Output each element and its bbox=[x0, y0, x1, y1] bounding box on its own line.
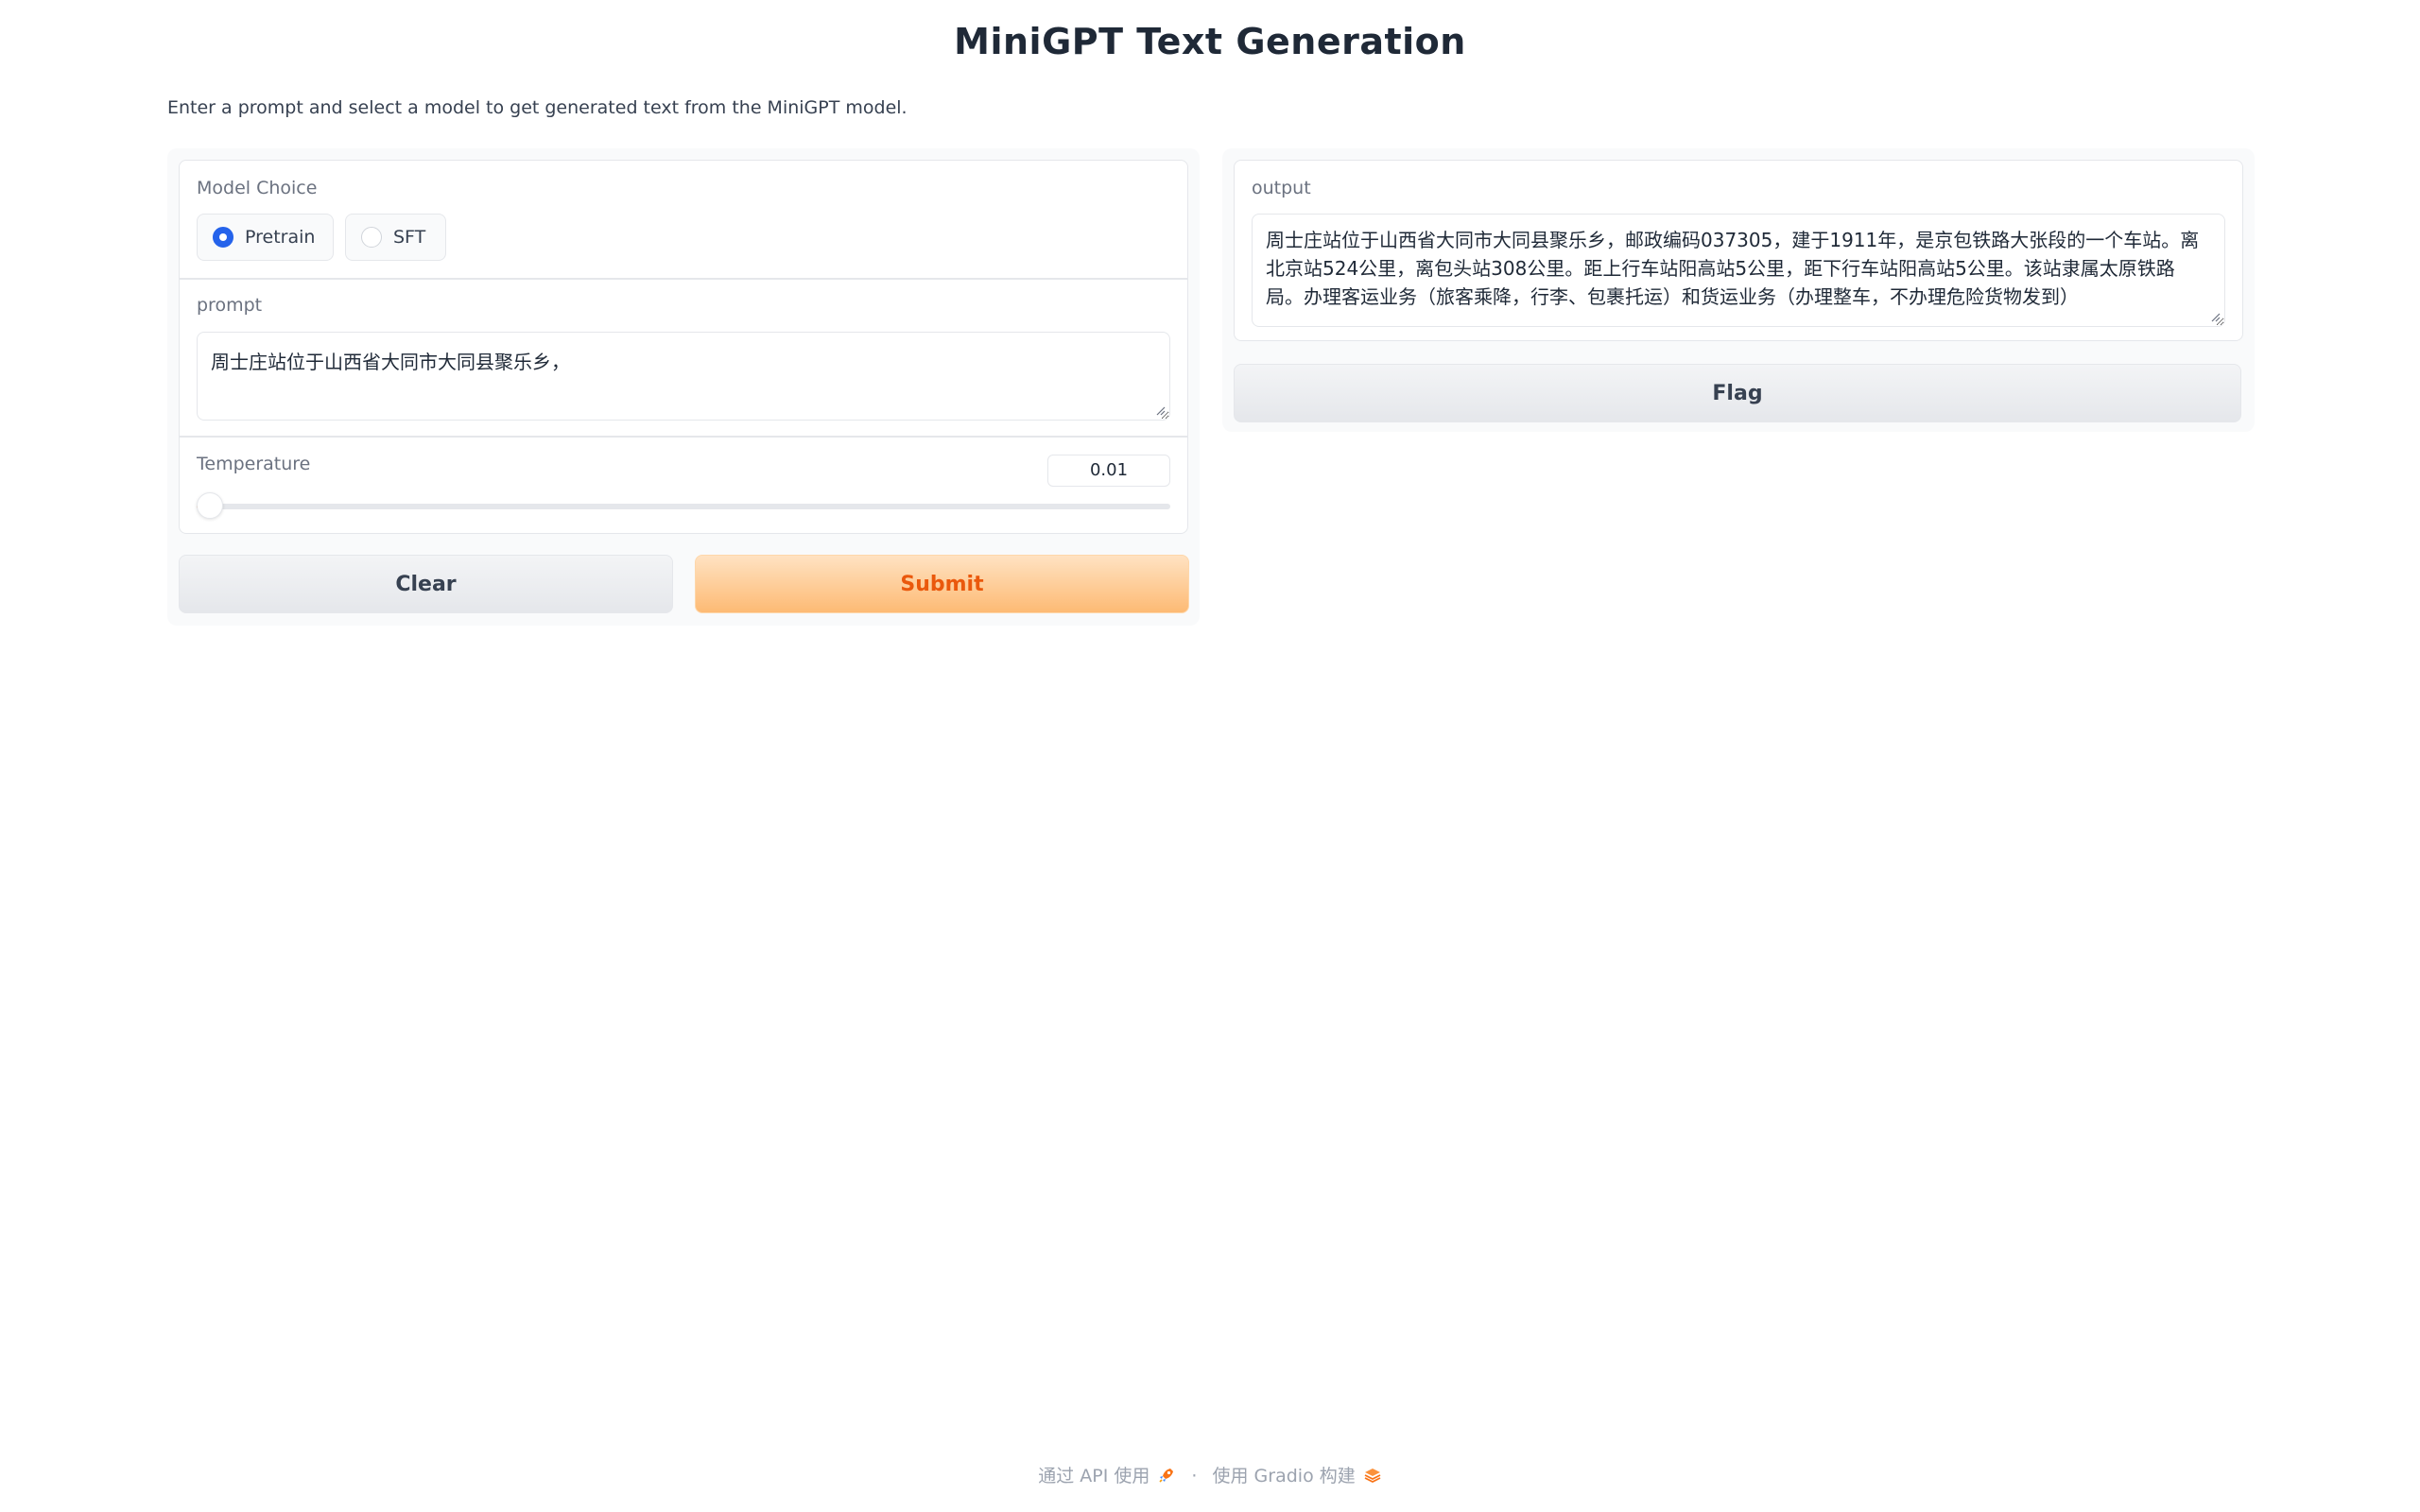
radio-unselected-icon[interactable] bbox=[361, 227, 382, 248]
flag-button[interactable]: Flag bbox=[1234, 364, 2241, 422]
output-text: 周士庄站位于山西省大同市大同县聚乐乡，邮政编码037305，建于1911年，是京… bbox=[1266, 229, 2200, 308]
temperature-label: Temperature bbox=[197, 454, 311, 474]
clear-button[interactable]: Clear bbox=[179, 555, 673, 613]
radio-option-label: Pretrain bbox=[245, 227, 316, 248]
slider-thumb[interactable] bbox=[197, 492, 223, 519]
built-with-gradio-link[interactable]: 使用 Gradio 构建 bbox=[1213, 1462, 1382, 1487]
footer: 通过 API 使用 · 使用 Gradio 构建 bbox=[0, 1462, 2420, 1487]
submit-button[interactable]: Submit bbox=[695, 555, 1189, 613]
radio-selected-icon[interactable] bbox=[213, 227, 233, 248]
rocket-icon bbox=[1159, 1468, 1174, 1483]
input-column: Model Choice Pretrain SFT prompt 周士庄站位于山… bbox=[167, 148, 1200, 626]
section-divider bbox=[180, 278, 1187, 280]
api-link-text: 通过 API 使用 bbox=[1038, 1466, 1150, 1486]
radio-option-pretrain[interactable]: Pretrain bbox=[197, 214, 334, 261]
prompt-textarea[interactable]: 周士庄站位于山西省大同市大同县聚乐乡， bbox=[197, 332, 1170, 421]
temperature-number-input[interactable]: 0.01 bbox=[1047, 455, 1170, 487]
resize-handle-icon[interactable] bbox=[1154, 404, 1166, 416]
use-via-api-link[interactable]: 通过 API 使用 bbox=[1038, 1462, 1176, 1487]
input-form-panel: Model Choice Pretrain SFT prompt 周士庄站位于山… bbox=[179, 160, 1188, 534]
gradio-link-text: 使用 Gradio 构建 bbox=[1212, 1466, 1356, 1486]
output-textarea[interactable]: 周士庄站位于山西省大同市大同县聚乐乡，邮政编码037305，建于1911年，是京… bbox=[1252, 214, 2225, 327]
footer-separator: · bbox=[1191, 1466, 1198, 1486]
temperature-slider[interactable] bbox=[197, 492, 1170, 519]
model-choice-label: Model Choice bbox=[197, 178, 318, 198]
radio-option-label: SFT bbox=[393, 227, 426, 248]
output-panel: output 周士庄站位于山西省大同市大同县聚乐乡，邮政编码037305，建于1… bbox=[1234, 160, 2243, 341]
output-column: output 周士庄站位于山西省大同市大同县聚乐乡，邮政编码037305，建于1… bbox=[1222, 148, 2255, 432]
page-title: MiniGPT Text Generation bbox=[954, 21, 1466, 62]
output-label: output bbox=[1252, 178, 1311, 198]
radio-option-sft[interactable]: SFT bbox=[345, 214, 446, 261]
prompt-label: prompt bbox=[197, 295, 263, 316]
section-divider bbox=[180, 436, 1187, 438]
gradio-logo-icon bbox=[1364, 1468, 1381, 1483]
prompt-text: 周士庄站位于山西省大同市大同县聚乐乡， bbox=[211, 351, 570, 373]
resize-handle-icon[interactable] bbox=[2209, 311, 2221, 322]
page-description: Enter a prompt and select a model to get… bbox=[167, 97, 908, 118]
